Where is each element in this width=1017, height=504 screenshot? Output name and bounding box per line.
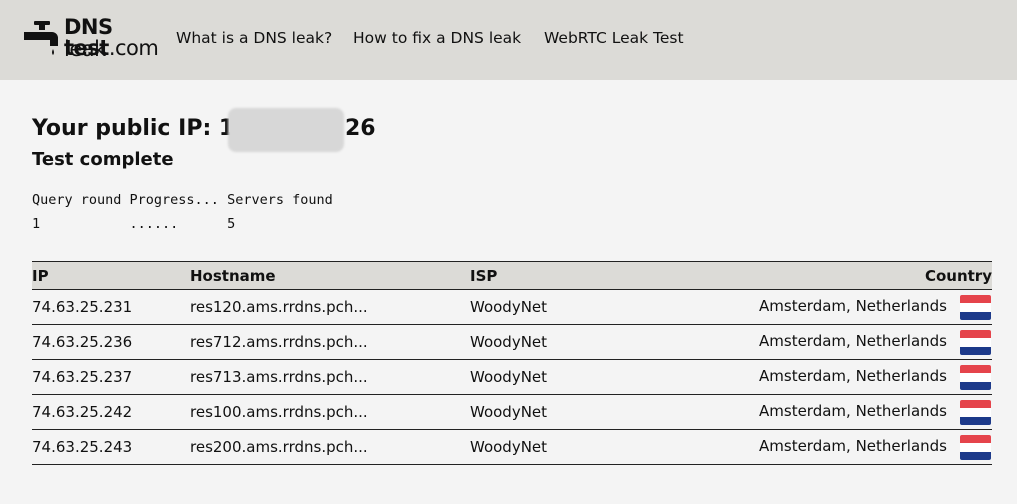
table-row: 74.63.25.242 res100.ams.rrdns.pch... Woo… (32, 395, 992, 430)
netherlands-flag-icon (960, 365, 991, 390)
ip-redaction-blur (228, 108, 344, 152)
cell-isp: WoodyNet (470, 438, 548, 456)
cell-country: Amsterdam, Netherlands (759, 367, 947, 385)
cell-ip: 74.63.25.242 (32, 403, 133, 421)
cell-ip: 74.63.25.243 (32, 438, 133, 456)
cell-country: Amsterdam, Netherlands (759, 297, 947, 315)
cell-hostname: res100.ams.rrdns.pch... (190, 403, 368, 421)
cell-ip: 74.63.25.236 (32, 333, 133, 351)
cell-ip: 74.63.25.237 (32, 368, 133, 386)
cell-isp: WoodyNet (470, 368, 548, 386)
table-row: 74.63.25.237 res713.ams.rrdns.pch... Woo… (32, 360, 992, 395)
cell-ip: 74.63.25.231 (32, 298, 133, 316)
test-status: Test complete (32, 149, 174, 170)
netherlands-flag-icon (960, 330, 991, 355)
cell-hostname: res712.ams.rrdns.pch... (190, 333, 368, 351)
cell-country: Amsterdam, Netherlands (759, 402, 947, 420)
table-row: 74.63.25.231 res120.ams.rrdns.pch... Woo… (32, 290, 992, 325)
public-ip-prefix: Your public IP: 14 (32, 116, 250, 141)
column-header-ip: IP (32, 267, 49, 285)
cell-country: Amsterdam, Netherlands (759, 437, 947, 455)
cell-isp: WoodyNet (470, 403, 548, 421)
netherlands-flag-icon (960, 295, 991, 320)
progress-header: Query round Progress... Servers found (32, 192, 333, 208)
cell-isp: WoodyNet (470, 333, 548, 351)
table-row: 74.63.25.243 res200.ams.rrdns.pch... Woo… (32, 430, 992, 465)
top-navigation-bar: DNS leak test.com What is a DNS leak? Ho… (0, 0, 1017, 80)
cell-isp: WoodyNet (470, 298, 548, 316)
public-ip-suffix: 26 (345, 116, 376, 141)
nav-link-webrtc-leak-test[interactable]: WebRTC Leak Test (544, 29, 684, 47)
column-header-hostname: Hostname (190, 267, 276, 285)
cell-hostname: res713.ams.rrdns.pch... (190, 368, 368, 386)
netherlands-flag-icon (960, 435, 991, 460)
nav-link-how-to-fix-dns-leak[interactable]: How to fix a DNS leak (353, 29, 521, 47)
table-header: IP Hostname ISP Country (32, 261, 992, 290)
cell-hostname: res200.ams.rrdns.pch... (190, 438, 368, 456)
faucet-icon (24, 21, 58, 55)
cell-hostname: res120.ams.rrdns.pch... (190, 298, 368, 316)
results-table: IP Hostname ISP Country 74.63.25.231 res… (32, 261, 992, 465)
site-logo[interactable]: DNS leak test.com (22, 16, 159, 60)
logo-text-line2: test.com (64, 36, 159, 60)
table-row: 74.63.25.236 res712.ams.rrdns.pch... Woo… (32, 325, 992, 360)
nav-link-what-is-dns-leak[interactable]: What is a DNS leak? (176, 29, 332, 47)
column-header-country: Country (924, 267, 992, 285)
column-header-isp: ISP (470, 267, 498, 285)
netherlands-flag-icon (960, 400, 991, 425)
progress-values: 1 ...... 5 (32, 216, 236, 232)
cell-country: Amsterdam, Netherlands (759, 332, 947, 350)
